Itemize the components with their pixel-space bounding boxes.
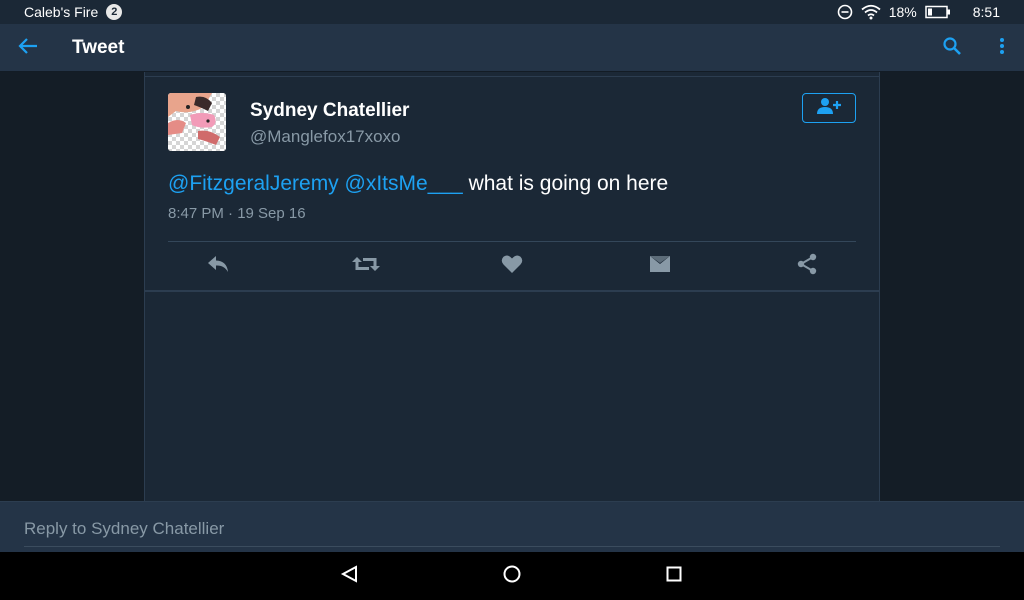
direct-message-button[interactable] <box>645 254 675 278</box>
tweet-timestamp: 8:47 PM · 19 Sep 16 <box>168 205 306 222</box>
reply-input[interactable] <box>24 517 1000 547</box>
nav-recents-button[interactable] <box>662 564 686 588</box>
divider <box>168 241 856 242</box>
tweet-detail: Sydney Chatellier @Manglefox17xoxo @Fitz… <box>144 72 880 501</box>
divider <box>145 76 879 77</box>
mention-link[interactable]: @xItsMe___ <box>345 172 463 195</box>
system-nav-bar <box>0 552 1024 600</box>
search-button[interactable] <box>938 36 966 60</box>
status-bar: Caleb's Fire 2 18% 8:51 <box>0 0 1024 24</box>
battery-percent: 18% <box>888 4 917 20</box>
status-left: Caleb's Fire 2 <box>24 0 123 24</box>
tweet-action-bar <box>168 249 856 283</box>
wifi-icon <box>861 4 881 20</box>
nav-recents-icon <box>665 565 683 588</box>
search-icon <box>942 36 962 61</box>
page-title: Tweet <box>72 37 125 58</box>
battery-icon <box>925 5 951 19</box>
clock: 8:51 <box>972 4 1000 20</box>
user-handle: @Manglefox17xoxo <box>250 127 401 146</box>
device-name: Caleb's Fire <box>24 4 99 20</box>
retweet-button[interactable] <box>351 254 381 278</box>
retweet-icon <box>352 254 380 279</box>
display-name[interactable]: Sydney Chatellier <box>250 100 409 122</box>
share-icon <box>796 253 818 280</box>
do-not-disturb-icon <box>837 4 853 20</box>
divider <box>145 290 879 292</box>
follow-button[interactable] <box>802 93 856 123</box>
status-right: 18% 8:51 <box>837 0 1000 24</box>
reply-icon <box>206 254 230 279</box>
like-button[interactable] <box>497 254 527 278</box>
right-gutter <box>880 72 1024 501</box>
direct-message-icon <box>648 254 672 279</box>
like-icon <box>501 254 523 279</box>
mention-link[interactable]: @FitzgeralJeremy <box>168 172 339 195</box>
reply-bar <box>0 501 1024 552</box>
left-gutter <box>0 72 144 501</box>
avatar[interactable] <box>168 93 226 151</box>
tweet-body: what is going on here <box>468 172 669 195</box>
share-button[interactable] <box>792 253 822 280</box>
nav-home-icon <box>502 564 522 589</box>
more-options-button[interactable] <box>992 36 1012 60</box>
notification-count-badge: 2 <box>106 4 123 20</box>
add-user-icon <box>815 97 843 120</box>
back-arrow-icon <box>18 37 38 60</box>
nav-home-button[interactable] <box>500 564 524 588</box>
more-vert-icon <box>999 37 1005 60</box>
back-button[interactable] <box>14 36 42 60</box>
reply-button[interactable] <box>203 254 233 278</box>
app-bar: Tweet <box>0 24 1024 72</box>
nav-back-icon <box>340 564 360 589</box>
nav-back-button[interactable] <box>338 564 362 588</box>
tweet-text: @FitzgeralJeremy @xItsMe___ what is goin… <box>168 172 668 196</box>
